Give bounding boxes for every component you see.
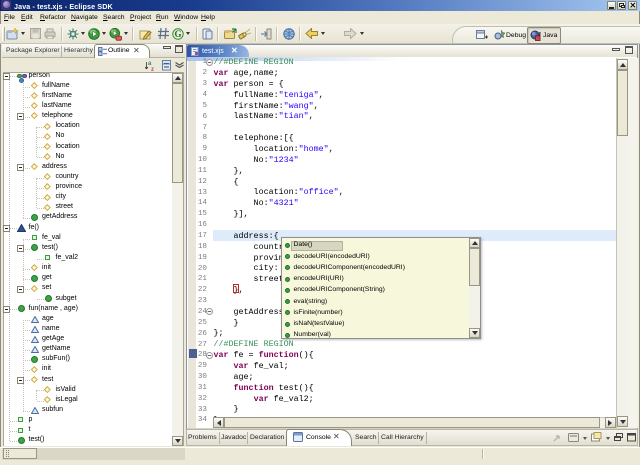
svg-text:J: J bbox=[538, 32, 541, 38]
svg-text:G: G bbox=[174, 29, 181, 39]
svg-text:z: z bbox=[151, 67, 154, 71]
